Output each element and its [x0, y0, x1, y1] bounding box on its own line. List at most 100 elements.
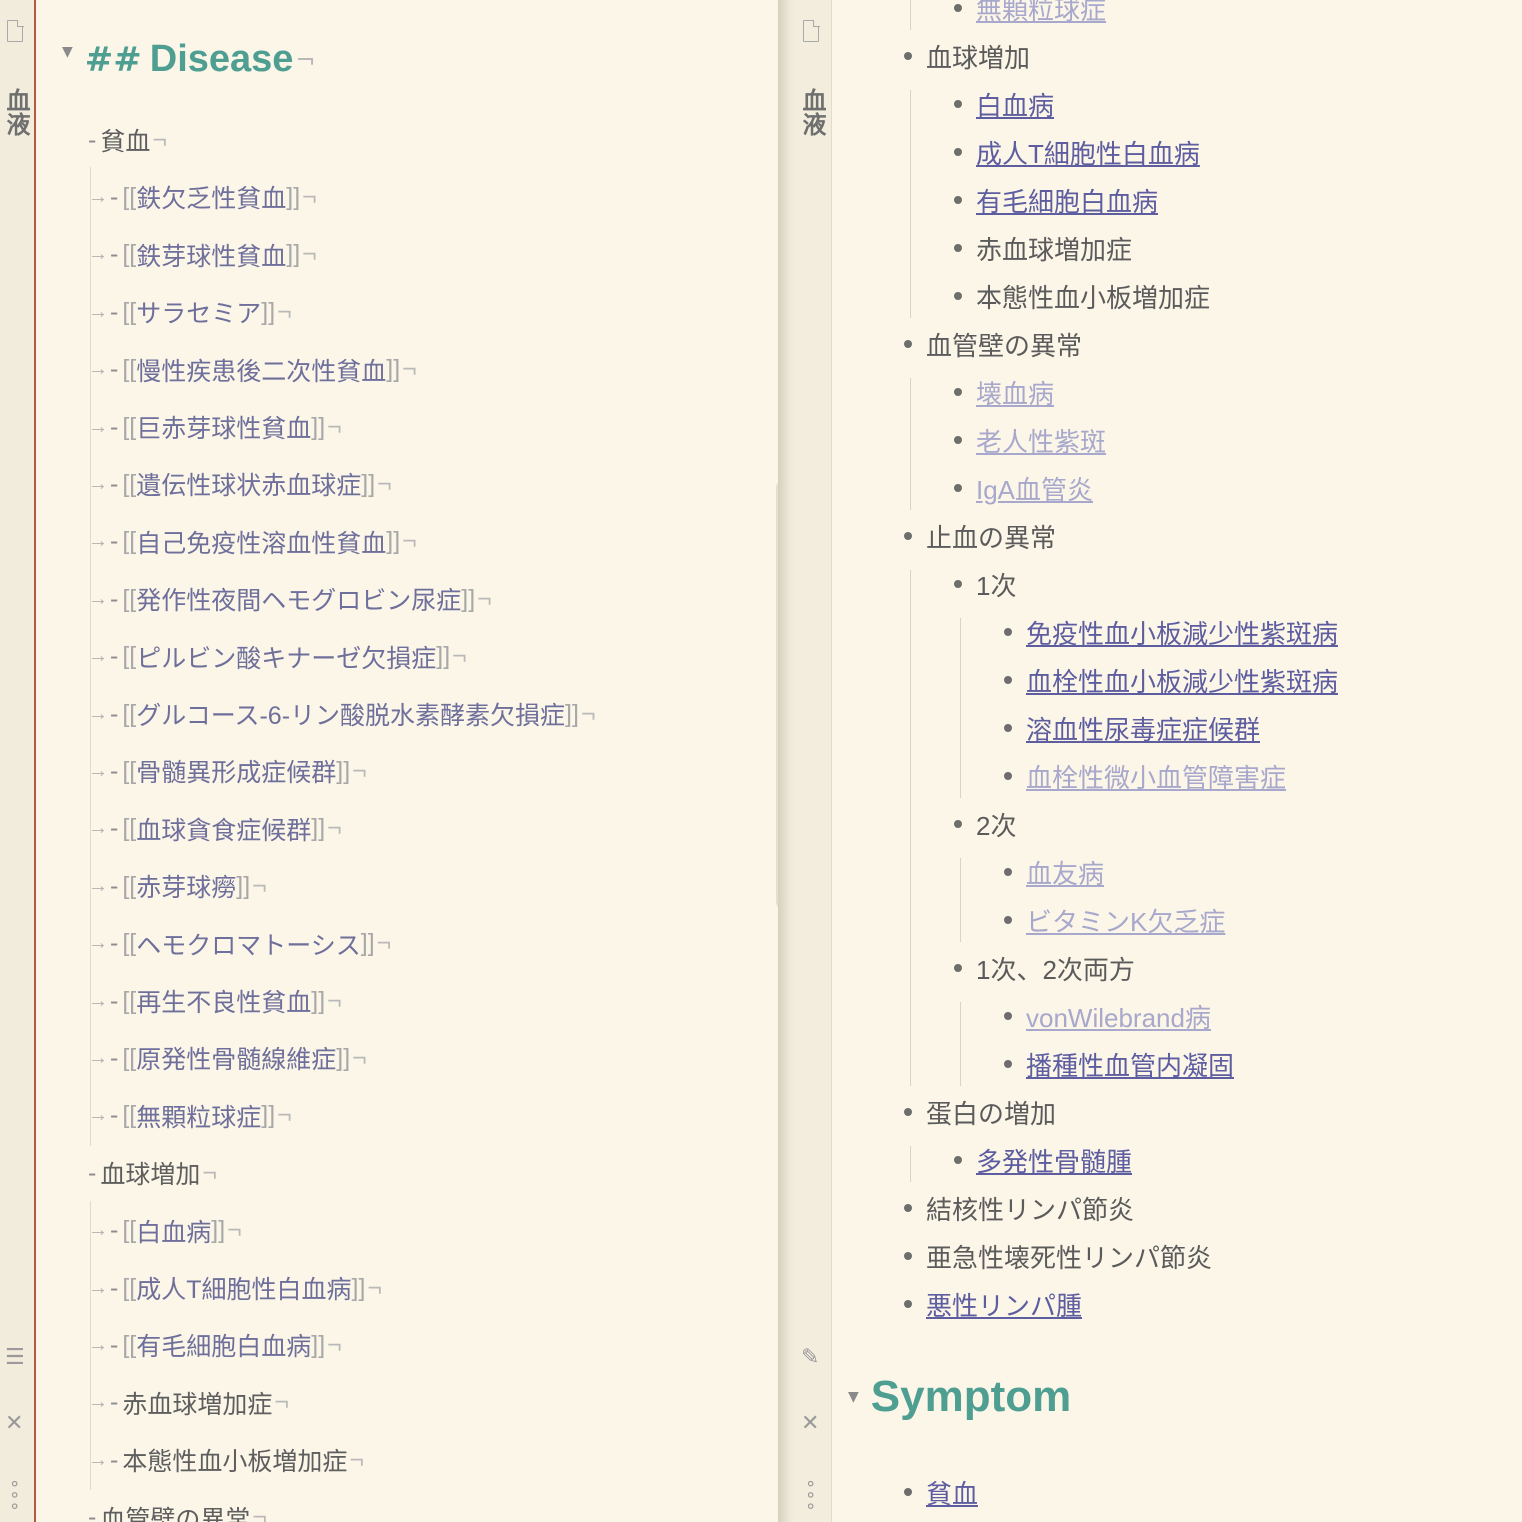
pilcrow: ¬ — [152, 125, 167, 154]
wiki-link[interactable]: 鉄芽球性貧血 — [136, 237, 286, 273]
wiki-link[interactable]: 再生不良性貧血 — [136, 983, 311, 1019]
editor-line[interactable]: → -[[サラセミア]] ¬ — [88, 282, 292, 343]
list-item[interactable]: 白血病 — [954, 84, 1054, 124]
editor-line[interactable]: → -[[グルコース-6-リン酸脱水素酵素欠損症]] ¬ — [88, 684, 596, 744]
editor-line[interactable]: - 貧血 ¬ — [88, 120, 167, 160]
editor-line[interactable]: → -[[慢性疾患後二次性貧血]] ¬ — [88, 339, 417, 400]
editor-line[interactable]: → -[[鉄欠乏性貧血]] ¬ — [88, 167, 317, 228]
wiki-link[interactable]: 原発性骨髄線維症 — [136, 1040, 336, 1076]
list-item[interactable]: 成人T細胞性白血病 — [954, 132, 1200, 172]
wiki-link[interactable]: 成人T細胞性白血病 — [136, 1270, 351, 1306]
list-item[interactable]: 有毛細胞白血病 — [954, 180, 1158, 220]
item-link[interactable]: 白血病 — [976, 86, 1054, 123]
outline-icon[interactable]: ☰ — [5, 1346, 25, 1370]
editor-line[interactable]: → -[[再生不良性貧血]] ¬ — [88, 971, 342, 1031]
editor-line[interactable]: → - 本態性血小板増加症 ¬ — [88, 1430, 364, 1491]
editor-line[interactable]: → -[[成人T細胞性白血病]] ¬ — [88, 1258, 382, 1318]
editor-pane[interactable]: 血液 ☰ ✕ ∘∘∘ ▼ ## Disease ¬ - 貧血 ¬ → -[[鉄欠乏性貧血… — [0, 0, 778, 1522]
item-link[interactable]: IgA血管炎 — [976, 470, 1093, 507]
more-icon[interactable]: ∘∘∘ — [4, 1478, 25, 1512]
list-item[interactable]: 悪性リンパ腫 — [904, 1284, 1082, 1324]
list-item[interactable]: 無顆粒球症 — [954, 0, 1106, 28]
list-item[interactable]: 多発性骨髄腫 — [954, 1140, 1132, 1180]
list-item[interactable]: IgA血管炎 — [954, 468, 1093, 508]
item-link[interactable]: 悪性リンパ腫 — [926, 1286, 1082, 1323]
list-item[interactable]: 免疫性血小板減少性紫斑病 — [1004, 612, 1338, 652]
wiki-link[interactable]: 血球貪食症候群 — [136, 811, 311, 847]
editor-line[interactable]: → -[[骨髄異形成症候群]] ¬ — [88, 741, 367, 802]
pencil-icon[interactable]: ✎ — [801, 1346, 819, 1370]
collapse-triangle-icon[interactable]: ▼ — [62, 44, 73, 60]
more-icon[interactable]: ∘∘∘ — [800, 1478, 821, 1512]
wiki-link[interactable]: 遺伝性球状赤血球症 — [136, 466, 361, 502]
preview-pane[interactable]: 血液 ✎ ✕ ∘∘∘ 無顆粒球症 血球増加 白血病 成人T細胞性白血病 有毛細胞白血病赤… — [796, 0, 1522, 1522]
list-item[interactable]: 血栓性血小板減少性紫斑病 — [1004, 660, 1338, 700]
list-item[interactable]: 溶血性尿毒症症候群 — [1004, 708, 1260, 748]
pane-divider[interactable] — [778, 0, 796, 1522]
item-link[interactable]: 多発性骨髄腫 — [976, 1142, 1132, 1179]
item-link[interactable]: 血栓性微小血管障害症 — [1026, 758, 1286, 795]
list-item[interactable]: vonWilebrand病 — [1004, 996, 1211, 1036]
wiki-link[interactable]: 巨赤芽球性貧血 — [136, 409, 311, 445]
editor-line[interactable]: → - 赤血球増加症 ¬ — [88, 1372, 289, 1433]
item-link[interactable]: 貧血 — [926, 1474, 978, 1511]
editor-line[interactable]: → -[[自己免疫性溶血性貧血]] ¬ — [88, 511, 417, 572]
list-item[interactable]: 播種性血管内凝固 — [1004, 1044, 1234, 1084]
list-item[interactable]: 壊血病 — [954, 372, 1054, 412]
editor-line[interactable]: - 血管壁の異常 ¬ — [88, 1498, 267, 1522]
editor-line[interactable]: → -[[ピルビン酸キナーゼ欠損症]] ¬ — [88, 626, 467, 687]
wiki-link[interactable]: ヘモクロマトーシス — [136, 926, 361, 962]
editor-line[interactable]: → -[[原発性骨髄線維症]] ¬ — [88, 1028, 367, 1089]
editor-line[interactable]: → -[[血球貪食症候群]] ¬ — [88, 798, 342, 859]
wiki-link[interactable]: 慢性疾患後二次性貧血 — [136, 352, 386, 388]
wiki-link[interactable]: 鉄欠乏性貧血 — [136, 179, 286, 215]
list-item[interactable]: 老人性紫斑 — [954, 420, 1106, 460]
item-link[interactable]: 老人性紫斑 — [976, 422, 1106, 459]
editor-line[interactable]: → -[[巨赤芽球性貧血]] ¬ — [88, 397, 342, 457]
list-item[interactable]: 貧血 — [904, 1472, 978, 1512]
item-link[interactable]: 播種性血管内凝固 — [1026, 1046, 1234, 1083]
wiki-link[interactable]: グルコース-6-リン酸脱水素酵素欠損症 — [136, 696, 565, 732]
wiki-link[interactable]: 骨髄異形成症候群 — [136, 753, 336, 789]
item-link[interactable]: 血栓性血小板減少性紫斑病 — [1026, 662, 1338, 699]
editor-line[interactable]: → -[[赤芽球癆]] ¬ — [88, 856, 267, 917]
editor-line[interactable]: → -[[白血病]] ¬ — [88, 1200, 242, 1261]
editor-line[interactable]: → -[[発作性夜間ヘモグロビン尿症]] ¬ — [88, 569, 492, 630]
list-item[interactable]: 血友病 — [1004, 852, 1104, 892]
wiki-link[interactable]: 自己免疫性溶血性貧血 — [136, 524, 386, 560]
item-link[interactable]: ビタミンK欠乏症 — [1026, 902, 1225, 939]
item-link[interactable]: 溶血性尿毒症症候群 — [1026, 710, 1260, 747]
document-icon[interactable] — [803, 19, 820, 42]
wiki-link[interactable]: 発作性夜間ヘモグロビン尿症 — [136, 581, 461, 617]
link-open-bracket: [[ — [122, 986, 137, 1015]
bullet-icon — [1004, 676, 1012, 684]
list-dash: - — [88, 1503, 97, 1522]
list-dash: - — [110, 1043, 119, 1072]
collapse-triangle-icon[interactable]: ▼ — [848, 1389, 859, 1405]
list-item[interactable]: 血栓性微小血管障害症 — [1004, 756, 1286, 796]
editor-line[interactable]: → -[[遺伝性球状赤血球症]] ¬ — [88, 454, 392, 515]
item-link[interactable]: 血友病 — [1026, 854, 1104, 891]
wiki-link[interactable]: 白血病 — [136, 1213, 211, 1249]
list-item[interactable]: ビタミンK欠乏症 — [1004, 900, 1225, 940]
item-link[interactable]: 免疫性血小板減少性紫斑病 — [1026, 614, 1338, 651]
item-link[interactable]: 無顆粒球症 — [976, 0, 1106, 27]
tab-arrow: → — [88, 1046, 108, 1069]
item-link[interactable]: 壊血病 — [976, 374, 1054, 411]
wiki-link[interactable]: 有毛細胞白血病 — [136, 1327, 311, 1363]
item-link[interactable]: vonWilebrand病 — [1026, 998, 1211, 1035]
close-icon[interactable]: ✕ — [5, 1412, 23, 1436]
wiki-link[interactable]: サラセミア — [136, 294, 261, 330]
item-link[interactable]: 成人T細胞性白血病 — [976, 134, 1200, 171]
item-link[interactable]: 有毛細胞白血病 — [976, 182, 1158, 219]
editor-line[interactable]: → -[[ヘモクロマトーシス]] ¬ — [88, 913, 391, 974]
editor-line[interactable]: - 血球増加 ¬ — [88, 1153, 217, 1193]
editor-line[interactable]: → -[[無顆粒球症]] ¬ — [88, 1085, 292, 1146]
editor-line[interactable]: → -[[有毛細胞白血病]] ¬ — [88, 1315, 342, 1376]
wiki-link[interactable]: 赤芽球癆 — [136, 868, 236, 904]
document-icon[interactable] — [7, 19, 24, 42]
editor-line[interactable]: → -[[鉄芽球性貧血]] ¬ — [88, 224, 317, 285]
wiki-link[interactable]: ピルビン酸キナーゼ欠損症 — [136, 639, 436, 675]
close-icon[interactable]: ✕ — [801, 1412, 819, 1436]
wiki-link[interactable]: 無顆粒球症 — [136, 1098, 261, 1134]
